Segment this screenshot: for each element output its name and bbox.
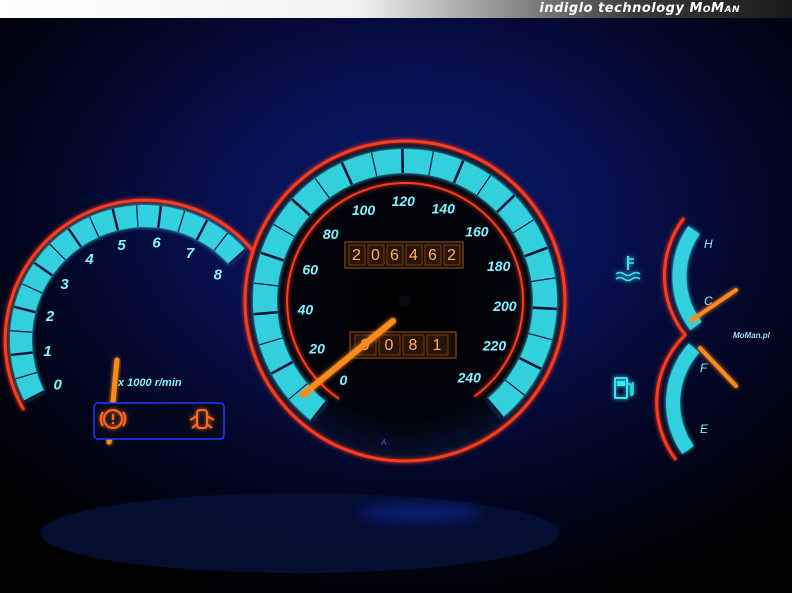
tachometer-label: 6 (152, 235, 161, 252)
speedometer-label: 0 (340, 372, 348, 388)
speedometer-label: 200 (492, 298, 517, 314)
odometer-digit: 2 (352, 247, 361, 264)
speedometer-label: 100 (352, 202, 376, 218)
speedometer-label: 240 (457, 370, 482, 386)
fuel-full-label: F (700, 361, 708, 375)
odometer-digit: 4 (409, 247, 418, 264)
tachometer-label: 0 (54, 377, 63, 394)
warning-light-panel (93, 402, 225, 440)
dash-reflection (40, 493, 560, 573)
trip-reset-mark: A (380, 438, 386, 447)
odometer: 206462 (344, 241, 464, 269)
tachometer-unit-label: x 1000 r/min (117, 377, 182, 389)
fuel-empty-label: E (700, 422, 709, 436)
speedometer-label: 180 (487, 258, 511, 274)
speedometer-label: 60 (302, 261, 318, 277)
speedometer-label: 20 (308, 341, 325, 357)
speedometer-label: 160 (465, 224, 489, 240)
instrument-cluster: 012345 678 x 1000 r/min 020406080100120 14… (0, 18, 792, 593)
speedometer-label: 120 (392, 193, 416, 209)
tripmeter-digit: 8 (409, 337, 418, 354)
tachometer-label: 2 (45, 308, 55, 325)
odometer-digit: 6 (390, 247, 399, 264)
speedometer-label: 140 (432, 201, 456, 217)
banner-brand: MoMan (689, 1, 740, 16)
banner-tagline: indiglo technology (539, 1, 685, 16)
speedometer-label: 80 (323, 226, 339, 242)
lens-reflection (360, 505, 480, 521)
tachometer-label: 1 (43, 343, 51, 360)
tripmeter-digit: 0 (385, 337, 394, 354)
speedometer-label: 40 (297, 302, 314, 318)
odometer-digit: 6 (428, 247, 437, 264)
banner-text: indiglo technology MoMan (539, 1, 740, 16)
instrument-cluster-photo: 012345678 x 1000 r/min 0 20 40 60 80 100 120 14… (0, 18, 792, 593)
tachometer-label: 8 (214, 266, 223, 283)
speedometer-label: 220 (482, 338, 507, 354)
temp-hot-label: H (704, 237, 713, 251)
banner-strip: indiglo technology MoMan (0, 0, 792, 18)
watermark-label: MoMan.pl (733, 331, 771, 340)
tachometer-label: 5 (117, 237, 126, 254)
tachometer-label: 3 (60, 276, 69, 293)
speedometer-tick (532, 306, 557, 311)
odometer-digit: 2 (447, 247, 456, 264)
tachometer-label: 4 (84, 251, 94, 268)
odometer-digit: 0 (371, 247, 380, 264)
tachometer-label: 7 (186, 245, 195, 262)
tripmeter-digit: 1 (433, 337, 442, 354)
speedometer-hub (399, 295, 411, 307)
speedometer: 020406080100120 140160180200220240 206462… (243, 139, 567, 463)
